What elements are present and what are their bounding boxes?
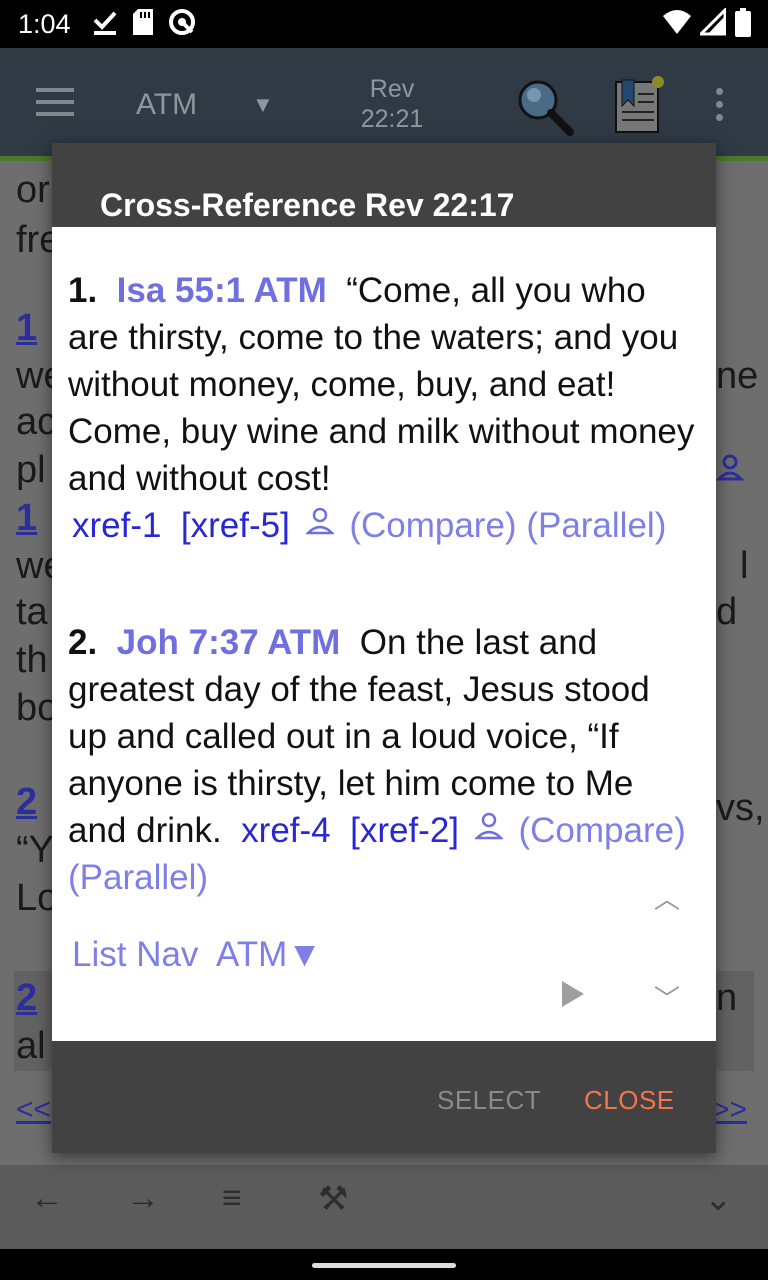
xref-link[interactable]: [xref-2]	[350, 811, 459, 850]
bg-text-fragment: n	[716, 977, 738, 1019]
bg-text-fragment: ac	[16, 401, 57, 443]
compare-link[interactable]: (Compare)	[518, 811, 685, 850]
reference-button[interactable]: Rev 22:21	[340, 74, 444, 134]
status-bar: 1:04	[0, 0, 768, 48]
prev-chapter-link[interactable]: <<	[16, 1093, 51, 1127]
bg-verse-number[interactable]: 1	[16, 307, 37, 350]
bg-verse-number[interactable]: 1	[16, 497, 37, 540]
parallel-link[interactable]: (Parallel)	[68, 858, 208, 897]
bg-text-fragment: ta	[16, 591, 48, 633]
back-arrow-icon[interactable]: ←	[30, 1179, 64, 1218]
tools-icon[interactable]: ⚒	[318, 1179, 348, 1219]
bg-text-fragment: d	[716, 591, 738, 633]
list-item: 1. Isa 55:1 ATM “Come, all you who are t…	[68, 267, 696, 549]
more-options-icon[interactable]	[716, 88, 724, 127]
bg-text-fragment: ne	[716, 355, 759, 397]
entry-number: 1.	[68, 271, 98, 310]
bg-text-fragment: vs,	[716, 787, 765, 829]
bottom-toolbar: ← → ≡ ⚒ ⌄	[0, 1165, 768, 1249]
bg-text-fragment: pl	[16, 449, 46, 491]
bg-text-fragment: l	[740, 545, 749, 587]
verse-reference-link[interactable]: Isa 55:1 ATM	[117, 271, 327, 310]
status-time: 1:04	[18, 9, 71, 39]
system-nav-bar	[0, 1249, 768, 1280]
select-button[interactable]: SELECT	[437, 1085, 541, 1116]
cellular-signal-icon	[700, 8, 726, 36]
person-icon[interactable]	[305, 507, 334, 535]
verse-reference-link[interactable]: Joh 7:37 ATM	[117, 623, 341, 662]
list-nav: List Nav ATM▼	[72, 935, 322, 975]
next-chapter-link[interactable]: >>	[712, 1093, 747, 1127]
dropdown-arrow-icon[interactable]: ▼	[252, 92, 274, 118]
wifi-icon	[663, 10, 691, 34]
chevron-up-icon[interactable]: ︿	[654, 879, 680, 916]
list-item: 2. Joh 7:37 ATM On the last and greatest…	[68, 619, 696, 901]
sd-card-icon	[133, 9, 153, 35]
sync-icon	[169, 9, 195, 35]
download-done-icon	[93, 11, 117, 35]
reference-verse: 22:21	[360, 105, 424, 133]
play-icon[interactable]	[562, 981, 584, 1007]
compare-link[interactable]: (Compare)	[349, 506, 516, 545]
chevron-down-icon[interactable]: ﹀	[654, 979, 680, 1016]
bg-verse-number[interactable]: 2	[16, 977, 37, 1020]
dialog-title: Cross-Reference Rev 22:17	[100, 187, 515, 223]
home-handle[interactable]	[312, 1263, 456, 1268]
bg-text-fragment: th	[16, 639, 48, 681]
bg-text-fragment: or	[16, 169, 50, 211]
xref-link[interactable]: [xref-5]	[181, 506, 290, 545]
battery-icon	[735, 8, 751, 37]
parallel-link[interactable]: (Parallel)	[526, 506, 666, 545]
bookmark-icon[interactable]	[612, 74, 666, 134]
version-selector[interactable]: ATM	[136, 88, 197, 122]
entry-number: 2.	[68, 623, 98, 662]
menu-icon[interactable]	[36, 88, 74, 118]
list-nav-button[interactable]: List Nav	[72, 935, 198, 974]
expand-icon[interactable]: ⌄	[704, 1179, 733, 1219]
list-version-selector[interactable]: ATM▼	[216, 935, 322, 974]
xref-link[interactable]: xref-1	[72, 506, 161, 545]
reference-book: Rev	[369, 75, 415, 103]
xref-link[interactable]: xref-4	[241, 811, 330, 850]
cross-reference-list: 1. Isa 55:1 ATM “Come, all you who are t…	[52, 227, 716, 1041]
bg-verse-number[interactable]: 2	[16, 781, 37, 824]
search-icon[interactable]	[514, 76, 574, 136]
person-icon[interactable]	[474, 812, 503, 840]
bg-text-fragment: “Y	[16, 829, 54, 871]
menu-lines-icon[interactable]: ≡	[222, 1179, 242, 1218]
forward-arrow-icon[interactable]: →	[126, 1179, 160, 1218]
person-icon[interactable]	[716, 453, 744, 481]
bg-text-fragment: al	[16, 1025, 46, 1067]
close-button[interactable]: CLOSE	[584, 1085, 675, 1116]
cross-reference-dialog: Cross-Reference Rev 22:17 1. Isa 55:1 AT…	[52, 143, 716, 1153]
